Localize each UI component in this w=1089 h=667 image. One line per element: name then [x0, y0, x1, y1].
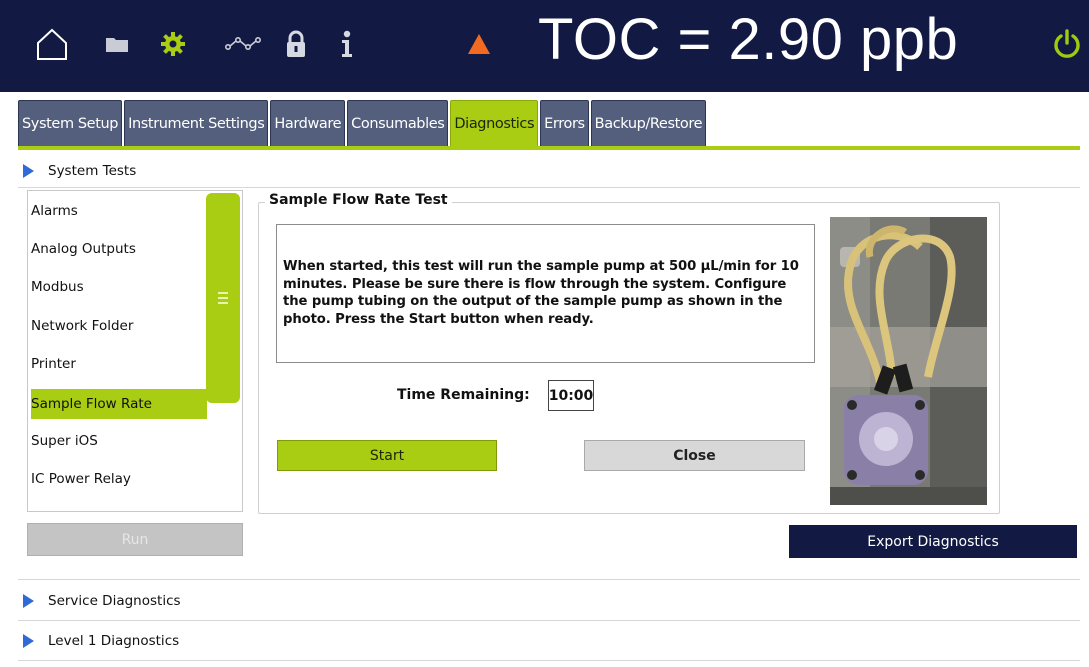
run-button[interactable]: Run: [27, 523, 243, 556]
system-tests-header[interactable]: System Tests: [18, 155, 1080, 187]
home-icon[interactable]: [30, 22, 74, 66]
list-item-analog-outputs[interactable]: Analog Outputs: [31, 234, 207, 264]
time-remaining-label: Time Remaining:: [397, 387, 530, 403]
divider: [18, 187, 1080, 188]
tab-hardware[interactable]: Hardware: [270, 100, 346, 146]
expand-triangle-icon: [23, 594, 34, 608]
list-item-printer[interactable]: Printer: [31, 349, 207, 379]
gear-icon[interactable]: [157, 22, 189, 66]
export-diagnostics-button[interactable]: Export Diagnostics: [789, 525, 1077, 558]
list-item-alarms[interactable]: Alarms: [31, 196, 207, 226]
tab-errors[interactable]: Errors: [540, 100, 589, 146]
main-tab-bar: System Setup Instrument Settings Hardwar…: [18, 100, 708, 146]
trend-icon[interactable]: [222, 22, 264, 66]
close-button[interactable]: Close: [584, 440, 805, 471]
list-item-super-ios[interactable]: Super iOS: [31, 426, 207, 456]
list-item-modbus[interactable]: Modbus: [31, 272, 207, 302]
list-item-sample-flow-rate[interactable]: Sample Flow Rate: [31, 389, 207, 419]
warning-icon[interactable]: [464, 22, 494, 66]
tab-system-setup[interactable]: System Setup: [18, 100, 123, 146]
service-diagnostics-header[interactable]: Service Diagnostics: [18, 585, 1080, 617]
divider: [18, 579, 1080, 580]
folder-icon[interactable]: [101, 22, 133, 66]
lock-icon[interactable]: [283, 22, 309, 66]
level1-diagnostics-header[interactable]: Level 1 Diagnostics: [18, 625, 1080, 657]
list-item-ic-power-relay[interactable]: IC Power Relay: [31, 464, 207, 494]
divider: [18, 660, 1080, 661]
level1-diagnostics-label: Level 1 Diagnostics: [48, 633, 180, 649]
test-description: When started, this test will run the sam…: [276, 224, 815, 363]
tab-instrument-settings[interactable]: Instrument Settings: [124, 100, 269, 146]
tab-consumables[interactable]: Consumables: [347, 100, 449, 146]
list-item-network-folder[interactable]: Network Folder: [31, 311, 207, 341]
info-icon[interactable]: [334, 22, 360, 66]
system-tests-label: System Tests: [48, 163, 137, 179]
tab-diagnostics[interactable]: Diagnostics: [450, 100, 539, 146]
expand-triangle-icon: [23, 164, 34, 178]
time-remaining-value: 10:00: [548, 380, 594, 411]
list-drag-handle[interactable]: [206, 193, 240, 403]
toc-reading: TOC = 2.90 ppb: [538, 7, 959, 72]
divider: [18, 620, 1080, 621]
tab-backup-restore[interactable]: Backup/Restore: [590, 100, 707, 146]
power-icon[interactable]: [1048, 22, 1086, 66]
pump-tubing-photo: [830, 217, 987, 505]
expand-triangle-icon: [23, 634, 34, 648]
tab-underline: [18, 146, 1080, 150]
top-status-bar: TOC = 2.90 ppb: [0, 0, 1089, 92]
hamburger-icon: [218, 292, 228, 304]
service-diagnostics-label: Service Diagnostics: [48, 593, 181, 609]
test-title: Sample Flow Rate Test: [265, 192, 452, 208]
start-button[interactable]: Start: [277, 440, 497, 471]
